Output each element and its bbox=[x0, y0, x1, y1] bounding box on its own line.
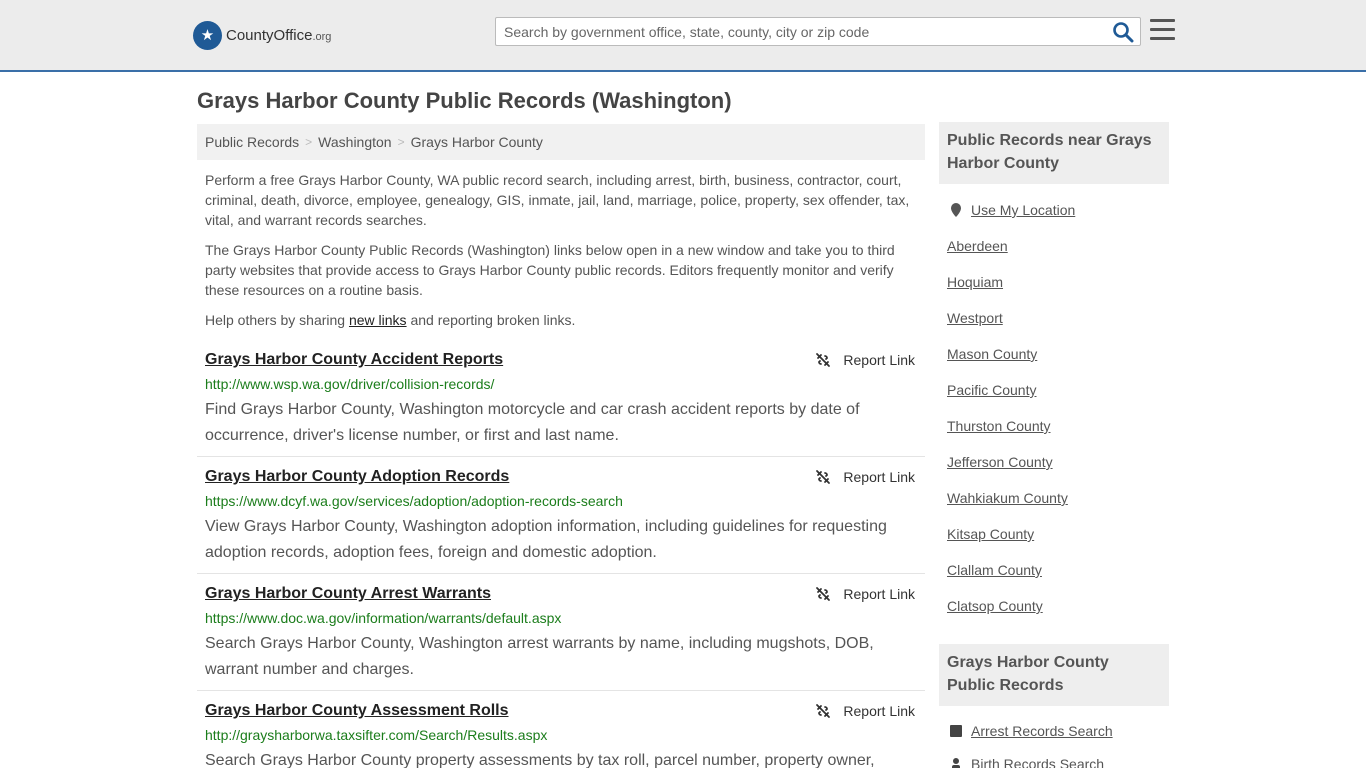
sidebar-link-birth-records[interactable]: Birth Records Search bbox=[949, 756, 1104, 768]
broken-link-icon bbox=[816, 587, 831, 601]
new-links-link[interactable]: new links bbox=[349, 312, 407, 328]
record-url: https://www.dcyf.wa.gov/services/adoptio… bbox=[205, 493, 623, 509]
sidebar-link-jefferson-county[interactable]: Jefferson County bbox=[947, 454, 1053, 470]
site-header: ★ CountyOffice.org bbox=[0, 0, 1366, 72]
sidebar-link-pacific-county[interactable]: Pacific County bbox=[947, 382, 1036, 398]
broken-link-icon bbox=[816, 353, 831, 367]
record-item: Grays Harbor County Accident Reports Rep… bbox=[197, 351, 925, 457]
sidebar-link-hoquiam[interactable]: Hoquiam bbox=[947, 274, 1003, 290]
sidebar-link-clallam-county[interactable]: Clallam County bbox=[947, 562, 1042, 578]
breadcrumb: Public Records > Washington > Grays Harb… bbox=[197, 124, 925, 160]
search-box bbox=[495, 17, 1141, 46]
page-title: Grays Harbor County Public Records (Wash… bbox=[197, 88, 732, 113]
record-description: Search Grays Harbor County, Washington a… bbox=[205, 635, 874, 678]
report-link-button[interactable]: Report Link bbox=[815, 586, 915, 602]
sidebar-link-kitsap-county[interactable]: Kitsap County bbox=[947, 526, 1034, 542]
record-url: http://graysharborwa.taxsifter.com/Searc… bbox=[205, 727, 548, 743]
sidebar-nearby-heading: Public Records near Grays Harbor County bbox=[939, 122, 1169, 184]
record-title-link[interactable]: Grays Harbor County Adoption Records bbox=[205, 468, 509, 486]
chevron-right-icon: > bbox=[397, 135, 405, 149]
record-url: https://www.doc.wa.gov/information/warra… bbox=[205, 610, 562, 626]
map-pin-icon bbox=[951, 203, 961, 217]
record-description: View Grays Harbor County, Washington ado… bbox=[205, 518, 887, 561]
record-item: Grays Harbor County Adoption Records Rep… bbox=[197, 468, 925, 574]
baby-icon bbox=[952, 758, 960, 768]
search-icon[interactable] bbox=[1112, 21, 1134, 43]
breadcrumb-item-county: Grays Harbor County bbox=[410, 134, 543, 150]
sidebar-link-aberdeen[interactable]: Aberdeen bbox=[947, 238, 1008, 254]
use-my-location-link[interactable]: Use My Location bbox=[949, 202, 1075, 218]
intro-paragraph-3: Help others by sharing new links and rep… bbox=[205, 312, 576, 328]
hamburger-menu-icon[interactable] bbox=[1150, 19, 1175, 42]
report-link-button[interactable]: Report Link bbox=[815, 703, 915, 719]
record-description: Find Grays Harbor County, Washington mot… bbox=[205, 401, 860, 444]
report-link-button[interactable]: Report Link bbox=[815, 352, 915, 368]
chevron-right-icon: > bbox=[305, 135, 313, 149]
sidebar-records-heading: Grays Harbor County Public Records bbox=[939, 644, 1169, 706]
record-title-link[interactable]: Grays Harbor County Arrest Warrants bbox=[205, 585, 491, 603]
record-description: Search Grays Harbor County property asse… bbox=[205, 752, 875, 768]
logo-seal-icon: ★ bbox=[193, 20, 222, 50]
report-link-button[interactable]: Report Link bbox=[815, 469, 915, 485]
site-logo[interactable]: ★ CountyOffice.org bbox=[193, 20, 331, 50]
logo-text: CountyOffice.org bbox=[226, 26, 332, 44]
broken-link-icon bbox=[816, 470, 831, 484]
record-title-link[interactable]: Grays Harbor County Assessment Rolls bbox=[205, 702, 509, 720]
breadcrumb-item-public-records[interactable]: Public Records bbox=[205, 134, 299, 150]
broken-link-icon bbox=[816, 704, 831, 718]
square-bullet-icon bbox=[950, 725, 962, 737]
sidebar-link-arrest-records[interactable]: Arrest Records Search bbox=[949, 723, 1113, 739]
intro-paragraph-2: The Grays Harbor County Public Records (… bbox=[205, 242, 895, 298]
breadcrumb-item-washington[interactable]: Washington bbox=[318, 134, 391, 150]
record-item: Grays Harbor County Arrest Warrants Repo… bbox=[197, 585, 925, 691]
search-input[interactable] bbox=[496, 18, 1106, 45]
intro-paragraph-1: Perform a free Grays Harbor County, WA p… bbox=[205, 172, 910, 228]
sidebar-link-wahkiakum-county[interactable]: Wahkiakum County bbox=[947, 490, 1068, 506]
record-title-link[interactable]: Grays Harbor County Accident Reports bbox=[205, 351, 503, 369]
record-url: http://www.wsp.wa.gov/driver/collision-r… bbox=[205, 376, 495, 392]
sidebar-link-clatsop-county[interactable]: Clatsop County bbox=[947, 598, 1043, 614]
sidebar-link-thurston-county[interactable]: Thurston County bbox=[947, 418, 1051, 434]
record-item: Grays Harbor County Assessment Rolls Rep… bbox=[197, 702, 925, 768]
sidebar-link-mason-county[interactable]: Mason County bbox=[947, 346, 1037, 362]
sidebar-link-westport[interactable]: Westport bbox=[947, 310, 1003, 326]
